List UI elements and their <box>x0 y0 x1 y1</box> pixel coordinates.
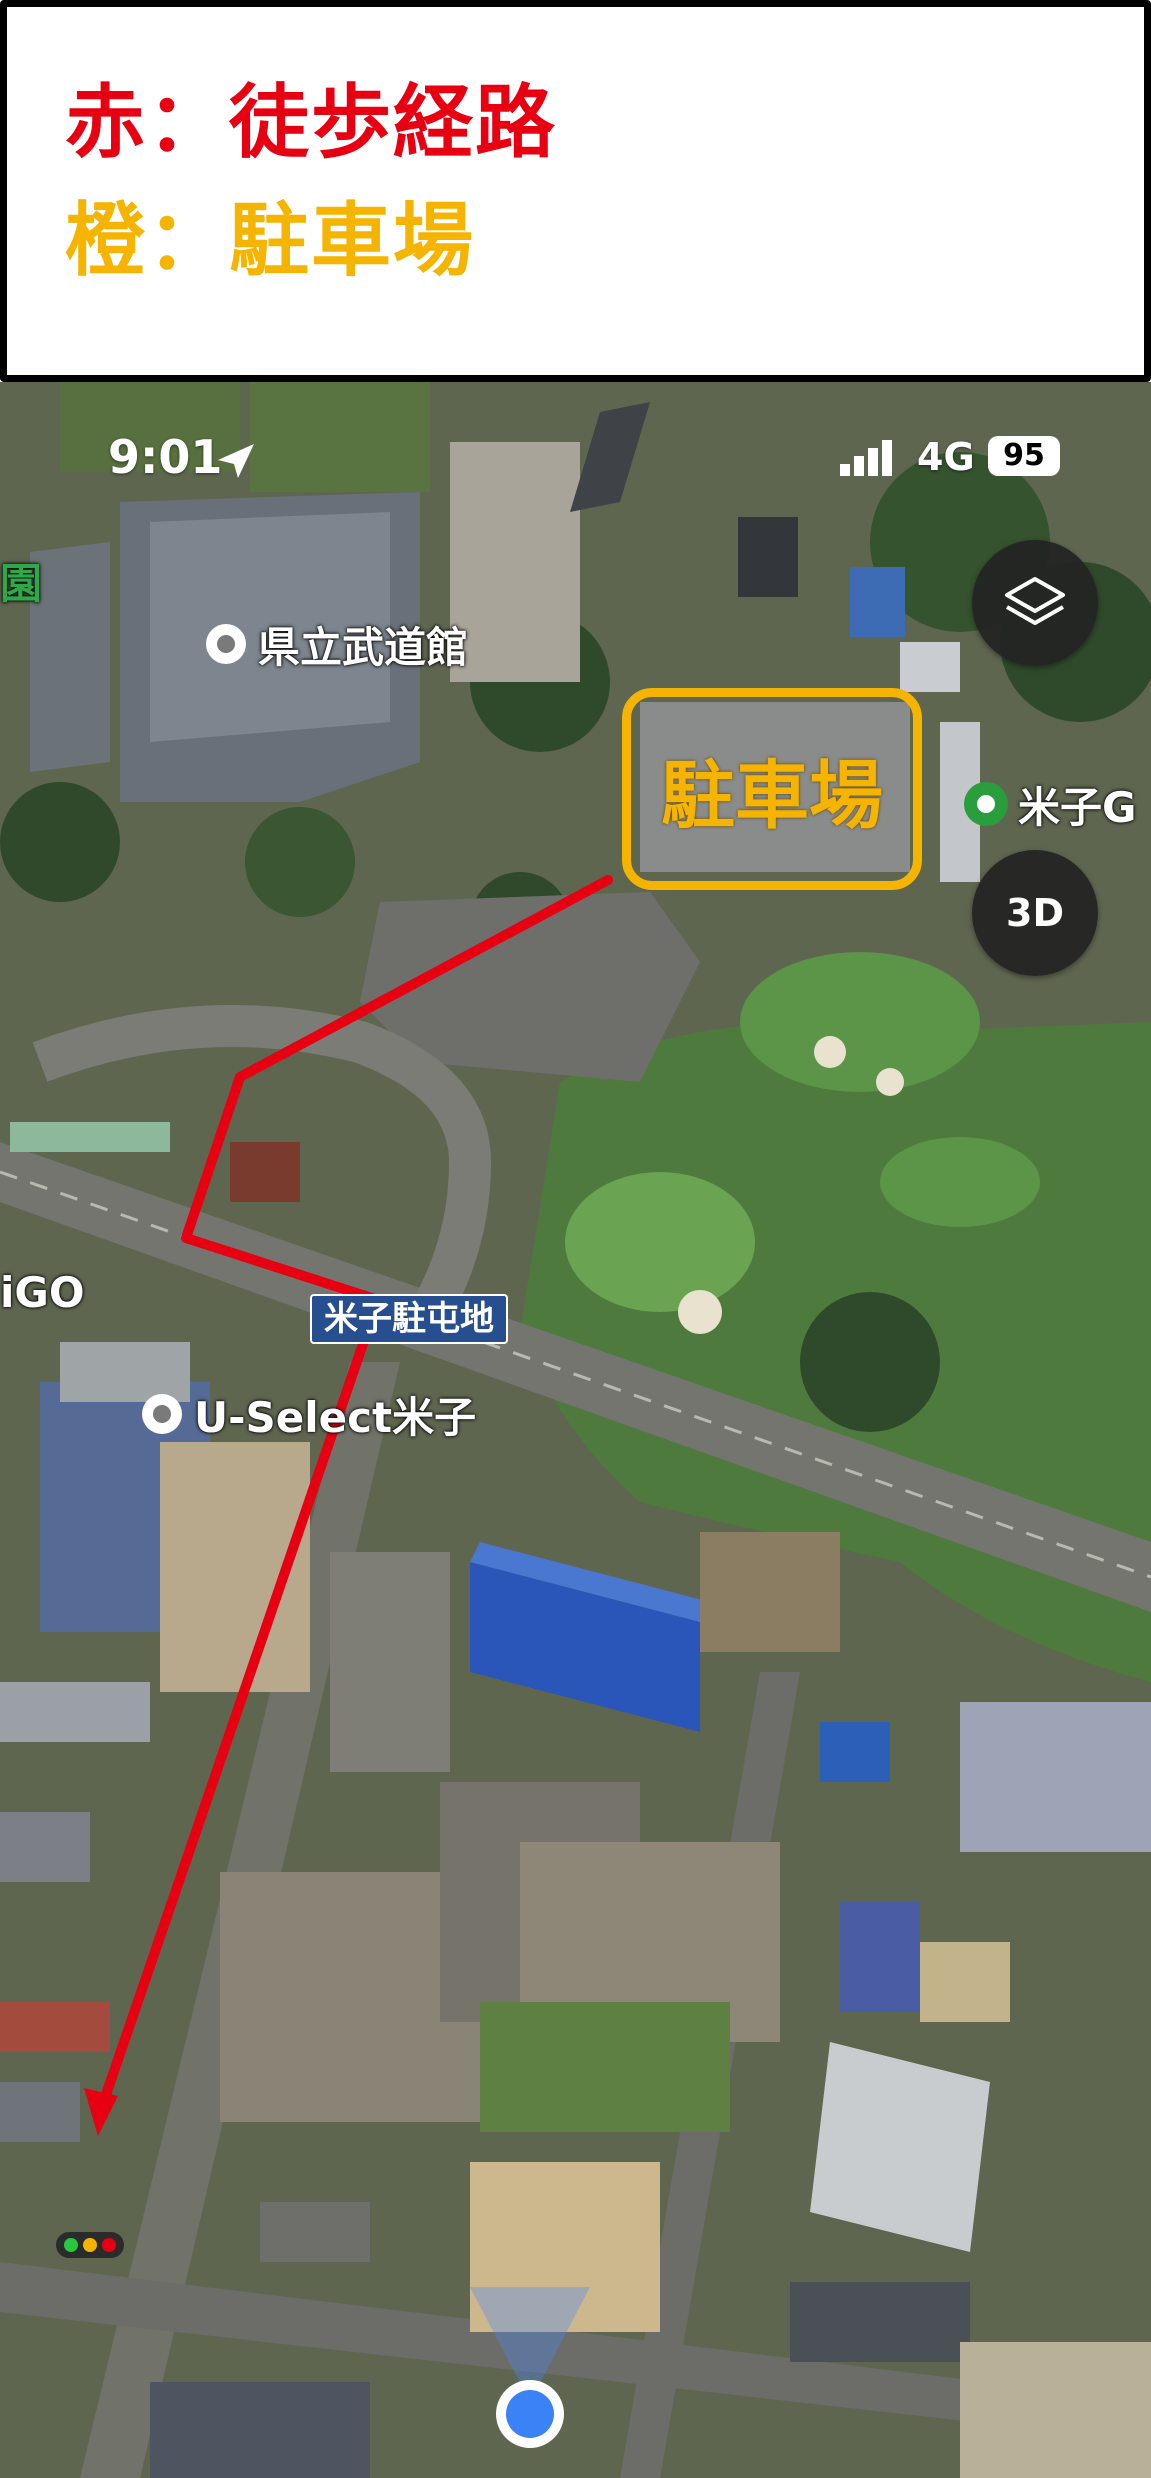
poi-left-edge-top: 園 <box>0 559 43 608</box>
layers-button[interactable] <box>972 540 1098 666</box>
poi-golf[interactable]: 米子G <box>1018 774 1136 835</box>
location-arrow-icon <box>218 444 254 478</box>
3d-button[interactable]: 3D <box>972 850 1098 976</box>
road-sign-station: 米子駐屯地 <box>310 1294 508 1344</box>
network-type: 4G <box>917 435 975 479</box>
legend-parking: 橙：駐車場 <box>65 194 475 287</box>
satellite-map[interactable]: 9:01 4G 95 3D 県立武道館 米子G U-Select米子 園 iGO… <box>0 382 1151 2478</box>
parking-highlight-box: 駐車場 <box>622 688 922 890</box>
signal-icon <box>840 440 892 476</box>
layers-icon <box>1005 577 1065 625</box>
poi-left-edge-mid: iGO <box>0 1268 85 1317</box>
status-time: 9:01 <box>108 430 223 484</box>
satellite-imagery <box>0 382 1151 2478</box>
poi-budokan[interactable]: 県立武道館 <box>258 614 468 675</box>
poi-u-select[interactable]: U-Select米子 <box>194 1384 476 1445</box>
traffic-light-icon <box>56 2232 124 2258</box>
legend-panel: 赤：徒歩経路 橙：駐車場 <box>0 0 1151 382</box>
battery-indicator: 95 <box>988 436 1060 476</box>
legend-walk-route: 赤：徒歩経路 <box>65 76 557 169</box>
parking-label: 駐車場 <box>661 752 883 839</box>
